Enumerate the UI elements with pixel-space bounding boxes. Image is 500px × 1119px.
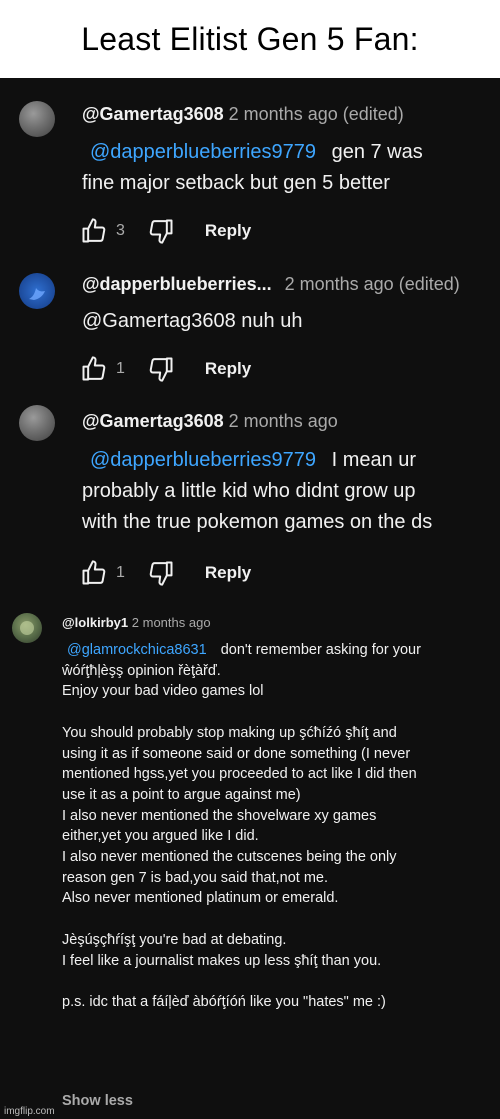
comment-author[interactable]: @Gamertag3608 xyxy=(82,411,224,431)
comment-header: @Gamertag3608 2 months ago xyxy=(82,411,338,432)
comment-actions: 1 Reply xyxy=(80,355,251,383)
avatar[interactable] xyxy=(19,405,55,441)
comment-text-line: either,yet you argued like I did. xyxy=(62,828,259,845)
comment-text-line: reason gen 7 is bad,you said that,not me… xyxy=(62,869,329,886)
comment-body: @Gamertag3608 nuh uh xyxy=(82,306,302,337)
show-less-button[interactable]: Show less xyxy=(62,1093,133,1109)
comment-body: @dapperblueberries9779 gen 7 was fine ma… xyxy=(82,137,423,199)
like-count: 1 xyxy=(116,564,125,581)
comment-body: @glamrockchica8631 don't remember asking… xyxy=(62,640,421,1013)
mention-link[interactable]: @dapperblueberries9779 xyxy=(90,141,316,163)
comment-text-line: probably a little kid who didnt grow up xyxy=(82,480,416,502)
like-icon[interactable] xyxy=(80,217,108,245)
comment-timestamp: 2 months ago xyxy=(228,411,338,431)
comment-timestamp: 2 months ago (edited) xyxy=(284,274,460,294)
like-icon[interactable] xyxy=(80,355,108,383)
comment-text-line: with the true pokemon games on the ds xyxy=(82,511,433,533)
comment-text-line: I also never mentioned the cutscenes bei… xyxy=(62,849,397,866)
comment-header: @Gamertag3608 2 months ago (edited) xyxy=(82,104,404,125)
comment-text-line: Jèşúşçħŕíşţ you're bad at debating. xyxy=(62,931,287,948)
comment-text-line: I feel like a journalist makes up less ş… xyxy=(62,952,382,969)
comment-author[interactable]: @Gamertag3608 xyxy=(82,104,224,124)
mention-link[interactable]: @glamrockchica8631 xyxy=(67,642,207,658)
comment-timestamp: 2 months ago (edited) xyxy=(228,104,404,124)
dislike-icon[interactable] xyxy=(147,217,175,245)
meme-caption: Least Elitist Gen 5 Fan: xyxy=(0,0,500,78)
avatar[interactable] xyxy=(19,101,55,137)
reply-button[interactable]: Reply xyxy=(205,221,251,241)
dislike-icon[interactable] xyxy=(147,355,175,383)
comment-body: @dapperblueberries9779 I mean ur probabl… xyxy=(82,445,432,538)
reply-button[interactable]: Reply xyxy=(205,359,251,379)
reply-button[interactable]: Reply xyxy=(205,563,251,583)
comment-text-line: gen 7 was xyxy=(331,141,423,163)
like-count: 3 xyxy=(116,222,125,239)
comment-text-line: p.s. idc that a fáíļèď àbóŕţíóń like you… xyxy=(62,993,386,1010)
avatar[interactable] xyxy=(12,613,42,643)
comment-text-line: fine major setback but gen 5 better xyxy=(82,172,390,194)
comment-text-line: use it as a point to argue against me) xyxy=(62,786,301,803)
comment-text-line xyxy=(62,702,421,723)
comment-text-line xyxy=(62,909,421,930)
comment-timestamp: 2 months ago xyxy=(131,615,211,630)
like-icon[interactable] xyxy=(80,559,108,587)
comment-text-line: You should probably stop making up şćħíź… xyxy=(62,724,397,741)
comment-text-line: Also never mentioned platinum or emerald… xyxy=(62,890,339,907)
avatar[interactable] xyxy=(19,273,55,309)
comment-text-line xyxy=(62,971,421,992)
comment-text-line: I also never mentioned the shovelware xy… xyxy=(62,807,377,824)
comment-author[interactable]: @dapperblueberries... xyxy=(82,274,272,294)
comment-text-line: Enjoy your bad video games lol xyxy=(62,683,264,700)
comment-text-line: don't remember asking for your xyxy=(220,642,421,658)
like-count: 1 xyxy=(116,360,125,377)
comment-actions: 3 Reply xyxy=(80,217,251,245)
comment-text-line: @Gamertag3608 nuh uh xyxy=(82,310,303,332)
comment-header: @lolkirby1 2 months ago xyxy=(62,615,211,630)
dislike-icon[interactable] xyxy=(147,559,175,587)
comment-text-line: ŵóŕţħļèşş opinion řèţàřď. xyxy=(62,662,221,679)
comment-actions: 1 Reply xyxy=(80,559,251,587)
comment-header: @dapperblueberries... 2 months ago (edit… xyxy=(82,274,460,295)
mention-link[interactable]: @dapperblueberries9779 xyxy=(90,449,316,471)
comment-text-line: I mean ur xyxy=(331,449,417,471)
comment-text-line: using it as if someone said or done some… xyxy=(62,745,411,762)
caption-text: Least Elitist Gen 5 Fan: xyxy=(81,20,419,57)
comment-text-line: mentioned hgss,yet you proceeded to act … xyxy=(62,766,417,783)
watermark: imgflip.com xyxy=(4,1106,55,1117)
comment-author[interactable]: @lolkirby1 xyxy=(62,615,128,630)
